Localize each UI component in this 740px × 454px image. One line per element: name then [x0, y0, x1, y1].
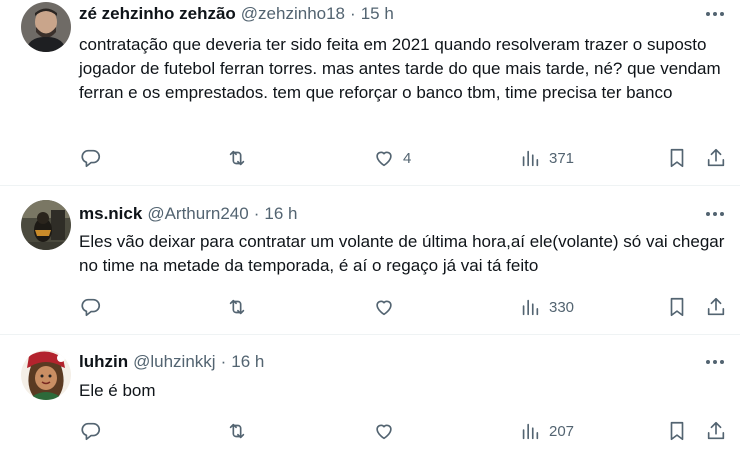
- bookmark-icon: [670, 421, 684, 441]
- separator-dot: ·: [350, 4, 356, 23]
- retweet-icon: [229, 299, 245, 315]
- tweet-text: contratação que deveria ter sido feita e…: [79, 35, 721, 102]
- views-chart-icon: [522, 299, 539, 316]
- views-button[interactable]: 330: [519, 295, 574, 319]
- avatar[interactable]: [21, 2, 71, 52]
- share-button[interactable]: [705, 295, 727, 319]
- views-chart-icon: [522, 150, 539, 167]
- retweet-button[interactable]: [226, 146, 248, 170]
- bookmark-button[interactable]: [666, 419, 688, 443]
- like-button[interactable]: 4: [373, 146, 411, 170]
- timestamp[interactable]: 16 h: [264, 204, 297, 224]
- bookmark-button[interactable]: [666, 146, 688, 170]
- share-button[interactable]: [705, 419, 727, 443]
- heart-icon: [376, 151, 392, 167]
- share-button[interactable]: [705, 146, 727, 170]
- more-dots-icon: [706, 212, 710, 216]
- tweet-text: Eles vão deixar para contratar um volant…: [79, 232, 725, 275]
- more-dots-icon: [706, 12, 710, 16]
- separator-dot: ·: [220, 352, 227, 371]
- reply-button[interactable]: [80, 419, 102, 443]
- tweet-header: zé zehzinho zehzão @zehzinho18 · 15 h: [79, 3, 394, 25]
- display-name[interactable]: ms.nick: [79, 204, 142, 224]
- retweet-icon: [229, 150, 245, 166]
- heart-icon: [376, 424, 392, 440]
- views-count: 207: [549, 422, 575, 440]
- retweet-icon: [229, 423, 245, 439]
- bookmark-button[interactable]: [666, 295, 688, 319]
- avatar[interactable]: [21, 350, 71, 400]
- share-icon: [707, 297, 725, 316]
- tweet-header: luhzin @luhzinkkj · 16 h: [79, 351, 264, 373]
- like-button[interactable]: [373, 419, 403, 443]
- views-chart-icon: [522, 423, 539, 440]
- display-name[interactable]: luhzin: [79, 352, 128, 372]
- user-handle[interactable]: @Arthurn240: [147, 204, 248, 224]
- retweet-button[interactable]: [226, 419, 248, 443]
- views-button[interactable]: 207: [519, 419, 574, 443]
- bookmark-icon: [670, 148, 684, 168]
- separator-dot: ·: [253, 204, 260, 223]
- share-icon: [707, 148, 725, 167]
- tweet-header: ms.nick @Arthurn240 · 16 h: [79, 203, 297, 225]
- views-count: 330: [549, 298, 575, 316]
- tweet[interactable]: luhzin @luhzinkkj · 16 h Ele é bom 207: [0, 335, 740, 454]
- retweet-button[interactable]: [226, 295, 248, 319]
- timestamp[interactable]: 16 h: [231, 352, 264, 372]
- more-dots-icon: [706, 360, 710, 364]
- like-button[interactable]: [373, 295, 403, 319]
- more-button[interactable]: [702, 203, 728, 225]
- bookmark-icon: [670, 297, 684, 317]
- heart-icon: [376, 300, 392, 316]
- reply-button[interactable]: [80, 295, 102, 319]
- views-button[interactable]: 371: [519, 146, 574, 170]
- reply-button[interactable]: [80, 146, 102, 170]
- reply-icon: [81, 422, 101, 441]
- user-handle[interactable]: @luhzinkkj: [133, 352, 215, 372]
- reply-icon: [81, 149, 101, 168]
- more-button[interactable]: [702, 3, 728, 25]
- user-handle[interactable]: @zehzinho18: [241, 4, 345, 24]
- more-button[interactable]: [702, 351, 728, 373]
- tweet-text: Ele é bom: [79, 381, 156, 400]
- like-count: 4: [403, 149, 412, 167]
- share-icon: [707, 421, 725, 440]
- timestamp[interactable]: 15 h: [361, 4, 394, 24]
- tweet[interactable]: zé zehzinho zehzão @zehzinho18 · 15 h co…: [0, 0, 740, 185]
- avatar[interactable]: [21, 200, 71, 250]
- reply-icon: [81, 298, 101, 317]
- tweet[interactable]: ms.nick @Arthurn240 · 16 h Eles vão deix…: [0, 186, 740, 334]
- views-count: 371: [549, 149, 575, 167]
- display-name[interactable]: zé zehzinho zehzão: [79, 4, 236, 24]
